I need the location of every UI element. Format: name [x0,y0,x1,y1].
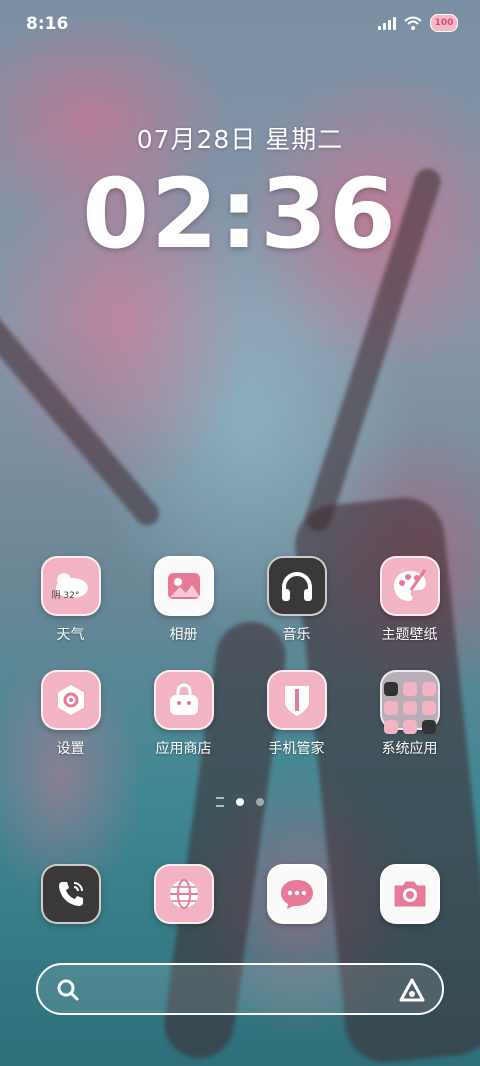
app-label: 系统应用 [381,741,438,757]
camera-icon [379,864,440,924]
phone-icon [40,864,101,924]
search-icon [57,979,79,1001]
headphones-icon [266,556,327,616]
app-phone-manager[interactable]: 手机管家 [247,670,347,758]
page-dot-2[interactable] [256,798,264,806]
assistant-icon[interactable] [398,977,426,1003]
battery-icon: 100 [430,14,458,32]
app-label: 手机管家 [268,741,325,757]
shield-icon [266,670,327,730]
status-time: 8:16 [26,14,69,34]
app-folder-system[interactable]: 系统应用 [360,670,460,758]
dock [0,864,480,924]
status-bar: 8:16 100 [0,0,480,48]
wifi-icon [404,16,422,30]
folder-icon [379,670,440,734]
app-themes[interactable]: 主题壁纸 [360,556,460,644]
messages-icon [266,864,327,924]
shopping-bag-icon [153,670,214,730]
app-label: 相册 [169,627,198,643]
search-bar[interactable] [36,963,444,1015]
gear-icon [40,670,101,730]
page-indicator[interactable] [0,797,480,807]
app-settings[interactable]: 设置 [21,670,121,758]
dock-messages[interactable] [247,864,347,924]
home-list-icon[interactable] [216,797,224,807]
app-label: 设置 [56,741,85,757]
signal-icon [378,16,396,30]
app-label: 主题壁纸 [381,627,438,643]
lockscreen-date: 07月28日 星期二 [136,125,344,154]
battery-level: 100 [434,18,454,28]
status-icons: 100 [378,14,458,32]
app-store[interactable]: 应用商店 [134,670,234,758]
app-row: 设置 应用商店 手机管家 系统应用 [0,670,480,758]
app-label: 应用商店 [155,741,212,757]
app-label: 音乐 [282,627,311,643]
app-grid: 阴 32° 天气 相册 音乐 主题壁纸 设置 应用商店 手机管家 系统应用 [0,556,480,784]
app-music[interactable]: 音乐 [247,556,347,644]
weather-icon: 阴 32° [40,556,101,616]
dock-browser[interactable] [134,864,234,924]
weather-badge: 阴 32° [51,591,80,601]
app-label: 天气 [56,627,85,643]
browser-icon [153,864,214,924]
dock-phone[interactable] [21,864,121,924]
palette-icon [379,556,440,616]
lockscreen-clock: 02:36 [82,158,398,270]
search-input[interactable] [90,975,384,1005]
wallpaper-trunk [0,269,165,531]
app-gallery[interactable]: 相册 [134,556,234,644]
app-weather[interactable]: 阴 32° 天气 [21,556,121,644]
gallery-icon [153,556,214,616]
dock-camera[interactable] [360,864,460,924]
app-row: 阴 32° 天气 相册 音乐 主题壁纸 [0,556,480,644]
page-dot-1[interactable] [236,798,244,806]
